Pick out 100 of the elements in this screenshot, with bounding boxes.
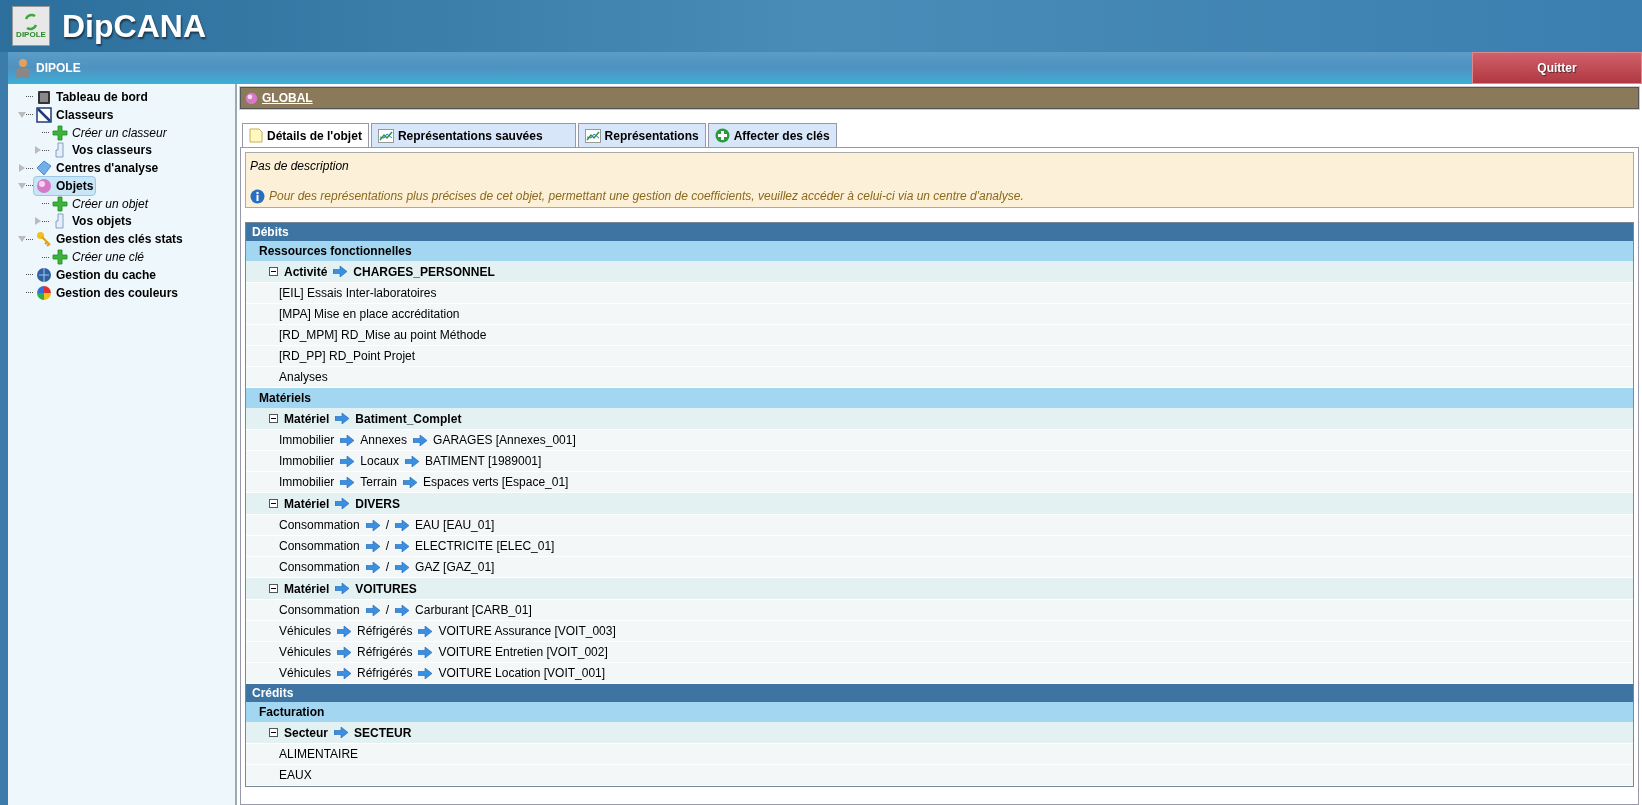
subgroup-label: Matériel [284,580,330,598]
item-label: Analyses [279,369,328,386]
item-label: [RD_MPM] RD_Mise au point Méthode [279,327,487,344]
item-label: Immobilier [279,474,335,491]
info-icon [250,188,265,204]
item-label: EAUX [279,767,312,784]
item-label: Réfrigérés [357,623,413,640]
subgroup-label: Activité [284,263,328,281]
logo-icon [22,13,40,31]
tree-item[interactable]: Créer un classeur [49,122,170,143]
tab[interactable]: Affecter des clés [707,123,837,147]
subgroup-label: CHARGES_PERSONNEL [353,263,495,281]
subgroup-label: Secteur [284,724,329,742]
collapse-icon[interactable] [269,267,278,276]
item-label: VOITURE Assurance [VOIT_003] [438,623,616,640]
item-label: / [385,517,390,534]
tab[interactable]: Détails de l'objet [242,123,369,147]
arrow-icon [340,455,355,467]
item-label: Consommation [279,517,360,534]
item-label: Consommation [279,559,360,576]
arrow-icon [405,455,420,467]
color-wheel-icon [36,284,52,301]
arrow-icon [334,727,349,738]
arrow-icon [395,519,410,531]
add-icon [714,128,730,143]
item-label: Immobilier [279,453,335,470]
group-header: Matériels [246,388,1633,408]
item-label: ELECTRICITE [ELEC_01] [415,538,555,555]
group-header: Ressources fonctionnelles [246,241,1633,261]
arrow-icon [403,476,418,488]
arrow-icon [418,646,433,658]
item-label: Carburant [CARB_01] [415,602,532,619]
arrow-icon [365,561,380,573]
collapse-icon[interactable] [269,728,278,737]
item-label: Espaces verts [Espace_01] [423,474,569,491]
item-label: Véhicules [279,665,332,682]
item-label: / [385,559,390,576]
arrow-icon [335,498,350,509]
key-icon [36,231,52,248]
plus-icon [52,195,68,212]
arrow-icon [365,604,380,616]
item-label: [MPA] Mise en place accréditation [279,306,460,323]
collapse-triangle-icon[interactable] [18,110,26,119]
item-label: BATIMENT [1989001] [425,453,542,470]
item-label: VOITURE Entretien [VOIT_002] [438,644,608,661]
sphere-icon [36,177,52,194]
description-text: Pas de description [250,158,350,175]
binder-icon [36,106,52,123]
arrow-icon [413,434,428,446]
item-label: [EIL] Essais Inter-laboratoires [279,285,437,302]
item-label: EAU [EAU_01] [415,517,495,534]
collapse-icon[interactable] [269,499,278,508]
arrow-icon [418,625,433,637]
arrow-icon [395,540,410,552]
expand-triangle-icon[interactable] [34,217,42,226]
subgroup-label: SECTEUR [354,724,412,742]
arrow-icon [335,583,350,594]
clipboard-icon [36,88,52,105]
expand-triangle-icon[interactable] [18,164,26,173]
plus-icon [52,249,68,266]
collapse-triangle-icon[interactable] [18,235,26,244]
panel-title[interactable]: GLOBAL [262,89,313,107]
section-header: Crédits [246,684,1633,702]
subgroup-label: VOITURES [355,580,417,598]
arrow-icon [337,646,352,658]
item-label: Annexes [360,432,408,449]
item-label: Immobilier [279,432,335,449]
expand-triangle-icon[interactable] [34,146,42,155]
collapse-icon[interactable] [269,584,278,593]
tab[interactable]: Représentations [577,123,706,147]
item-label: Véhicules [279,644,332,661]
arrow-icon [365,519,380,531]
arrow-icon [395,561,410,573]
quit-button[interactable]: Quitter [1472,52,1642,84]
tree-item[interactable]: Vos classeurs [49,140,155,161]
tree-item[interactable]: Vos objets [49,211,135,232]
collapse-icon[interactable] [269,414,278,423]
item-label: Terrain [360,474,398,491]
arrow-icon [395,604,410,616]
sphere-icon [245,91,258,105]
tree-item[interactable]: Gestion des couleurs [33,282,182,303]
tree-item[interactable]: Créer un objet [49,193,152,214]
item-label: Réfrigérés [357,644,413,661]
subgroup-label: DIVERS [355,495,401,513]
item-label: GARAGES [Annexes_001] [433,432,576,449]
arrow-icon [365,540,380,552]
item-label: Consommation [279,538,360,555]
tree-item[interactable]: Classeurs [33,104,117,125]
collapse-triangle-icon[interactable] [18,181,26,190]
tree-item[interactable]: Tableau de bord [33,86,151,107]
cube-icon [36,160,52,177]
group-header: Facturation [246,702,1633,722]
item-label: / [385,602,390,619]
tree-item[interactable]: Objets [33,175,97,196]
plus-icon [52,124,68,141]
globe-icon [36,266,52,283]
tab[interactable]: Représentations sauvées [370,123,576,147]
tree-item[interactable]: Gestion des clés stats [33,229,186,250]
item-label: [RD_PP] RD_Point Projet [279,348,416,365]
item-label: ALIMENTAIRE [279,746,359,763]
